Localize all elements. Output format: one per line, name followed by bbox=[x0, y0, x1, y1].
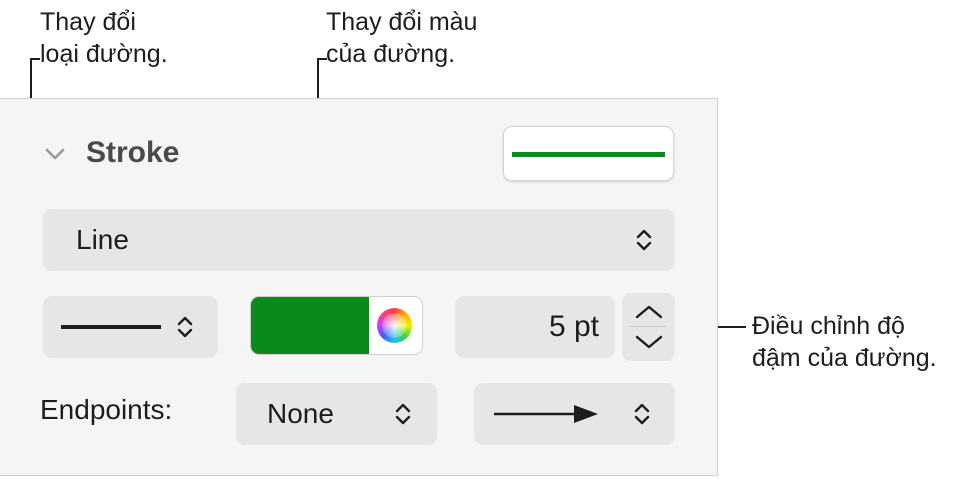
solid-line-icon bbox=[61, 325, 161, 329]
stroke-width-value: 5 pt bbox=[548, 310, 599, 343]
start-endpoint-value: None bbox=[267, 398, 334, 429]
stroke-section-title[interactable]: Stroke bbox=[86, 136, 179, 170]
line-style-popup[interactable]: Line bbox=[43, 209, 675, 271]
callout-line-weight: Điều chỉnh độ đậm của đường. bbox=[752, 310, 937, 374]
line-style-value: Line bbox=[76, 224, 129, 255]
callout-line-color: Thay đổi màu của đường. bbox=[326, 6, 477, 70]
stroke-color-well[interactable] bbox=[250, 296, 423, 355]
callout-line-weight-2: đậm của đường. bbox=[752, 344, 937, 372]
stroke-color-fill[interactable] bbox=[251, 297, 369, 354]
start-endpoint-popup[interactable]: None bbox=[236, 383, 437, 445]
chevron-down-icon[interactable] bbox=[44, 147, 66, 161]
stroke-width-field[interactable]: 5 pt bbox=[455, 296, 615, 358]
callout-line-weight-1: Điều chỉnh độ bbox=[752, 312, 905, 340]
dash-type-popup[interactable] bbox=[43, 296, 218, 358]
leader-line-type-cap bbox=[30, 58, 40, 60]
end-endpoint-popup[interactable] bbox=[474, 383, 675, 445]
stepper-down-icon[interactable] bbox=[633, 332, 665, 352]
color-wheel-icon[interactable] bbox=[377, 308, 412, 343]
updown-chevron-icon bbox=[395, 403, 411, 425]
stroke-width-stepper[interactable] bbox=[622, 293, 675, 361]
stroke-preset-button[interactable] bbox=[503, 126, 674, 181]
leader-line-color-cap bbox=[317, 58, 327, 60]
callout-line-type-1: Thay đổi bbox=[40, 8, 136, 36]
stepper-up-icon[interactable] bbox=[633, 302, 665, 322]
endpoints-label: Endpoints: bbox=[40, 394, 173, 425]
updown-chevron-icon bbox=[177, 316, 193, 338]
updown-chevron-icon bbox=[636, 229, 652, 251]
callout-line-color-2: của đường. bbox=[326, 40, 456, 68]
callout-line-type-2: loại đường. bbox=[40, 40, 168, 68]
callout-line-color-1: Thay đổi màu bbox=[326, 8, 478, 36]
callout-line-type: Thay đổi loại đường. bbox=[40, 6, 168, 70]
stroke-preset-line bbox=[512, 152, 665, 157]
stepper-divider bbox=[630, 326, 667, 327]
updown-chevron-icon bbox=[634, 403, 650, 425]
arrow-right-icon bbox=[494, 405, 598, 423]
